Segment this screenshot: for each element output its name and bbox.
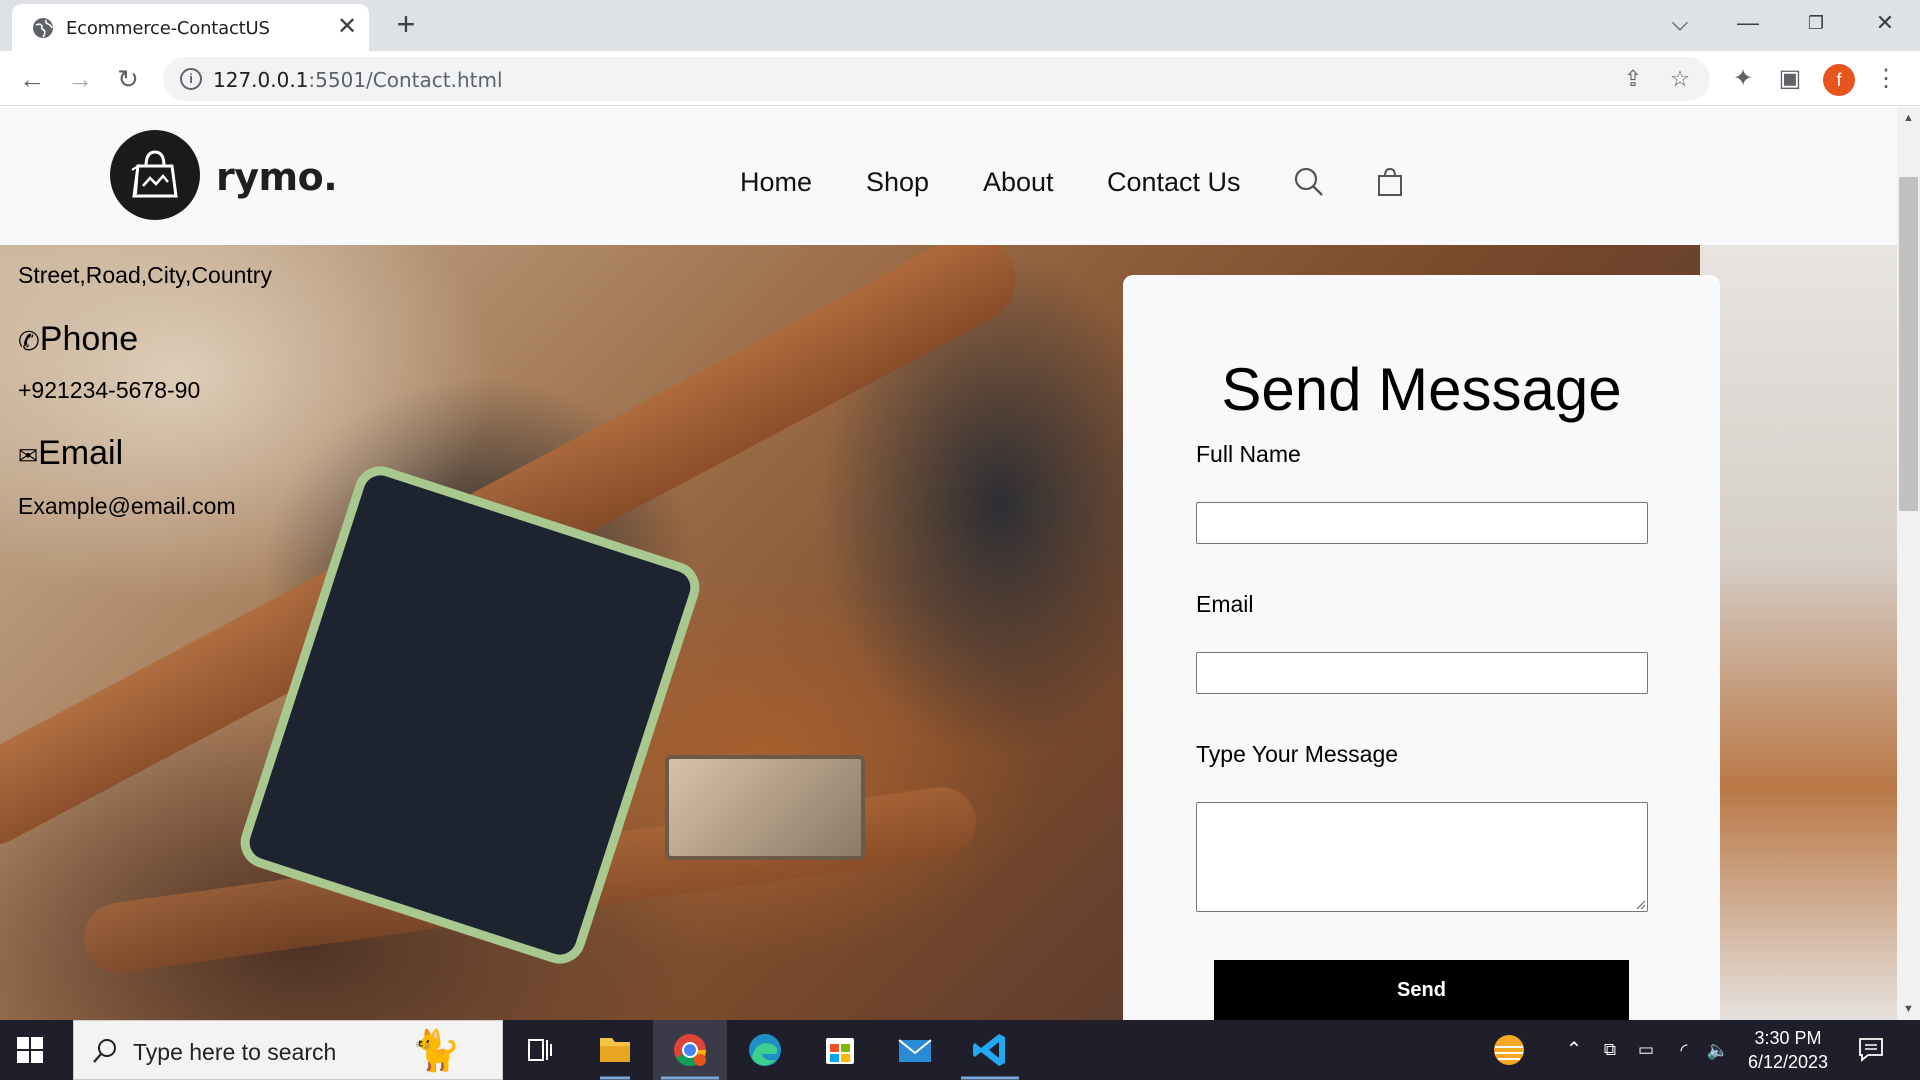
- search-icon[interactable]: [1292, 165, 1326, 199]
- hero-right-shade: [1700, 245, 1897, 1020]
- nav-shop[interactable]: Shop: [866, 167, 929, 198]
- send-button[interactable]: Send: [1214, 960, 1629, 1020]
- extensions-puzzle-icon[interactable]: ✦: [1727, 63, 1759, 95]
- microsoft-store-icon[interactable]: [803, 1020, 877, 1080]
- notification-center-icon[interactable]: [1856, 1034, 1886, 1064]
- form-title: Send Message: [1221, 356, 1622, 423]
- vscode-app-icon[interactable]: [953, 1020, 1027, 1080]
- nav-about[interactable]: About: [983, 167, 1054, 198]
- bag-clasp-shape: [665, 755, 865, 860]
- nav-contact-us[interactable]: Contact Us: [1107, 167, 1241, 198]
- edge-browser-icon[interactable]: [728, 1020, 802, 1080]
- chrome-app-icon[interactable]: [653, 1020, 727, 1080]
- logo-shopping-bag-icon[interactable]: [110, 130, 200, 220]
- shopping-bag-icon[interactable]: [1373, 165, 1407, 199]
- clock-date: 6/12/2023: [1747, 1052, 1829, 1072]
- window-close-icon[interactable]: ✕: [1865, 8, 1905, 38]
- minimize-icon[interactable]: —: [1728, 8, 1768, 38]
- phone-number: +921234-5678-90: [18, 377, 201, 403]
- contact-address: Street,Road,City,Country: [18, 262, 272, 288]
- email-heading: ✉Email: [18, 434, 124, 472]
- full-name-input[interactable]: [1196, 502, 1648, 544]
- page-viewport: rymo. Home Shop About Contact Us Street,…: [0, 107, 1897, 1020]
- tab-close-icon[interactable]: ✕: [334, 14, 360, 40]
- cat-illustration-icon: 🐈: [411, 1029, 461, 1073]
- address-bar[interactable]: i 127.0.0.1:5501/Contact.html ⇪ ☆: [163, 57, 1710, 101]
- more-menu-icon[interactable]: ⋮: [1870, 63, 1902, 95]
- clock-time: 3:30 PM: [1754, 1028, 1822, 1048]
- scroll-up-arrow-icon[interactable]: ▲: [1897, 107, 1920, 129]
- back-arrow-icon[interactable]: ←: [16, 63, 48, 95]
- resize-grip-icon[interactable]: [1636, 900, 1646, 910]
- scrollbar-thumb[interactable]: [1899, 177, 1918, 511]
- envelope-icon: ✉: [18, 443, 39, 470]
- bookmark-star-icon[interactable]: ☆: [1666, 65, 1694, 93]
- taskbar-search-box[interactable]: Type here to search 🐈: [73, 1020, 503, 1080]
- tab-search-chevron-icon[interactable]: ⌵: [1660, 8, 1700, 38]
- browser-tabstrip: Ecommerce-ContactUS ✕ + ⌵ — ❐ ✕: [0, 0, 1920, 51]
- wifi-icon[interactable]: ◜: [1670, 1036, 1698, 1064]
- profile-avatar[interactable]: f: [1823, 64, 1855, 96]
- meet-now-icon[interactable]: ⧉: [1596, 1036, 1624, 1064]
- page-scrollbar[interactable]: ▲ ▼: [1897, 107, 1920, 1020]
- phone-icon: ✆: [18, 326, 40, 356]
- site-header: rymo. Home Shop About Contact Us: [0, 107, 1897, 245]
- globe-icon: [33, 18, 53, 38]
- message-textarea[interactable]: [1196, 802, 1648, 912]
- taskbar-clock[interactable]: 3:30 PM 6/12/2023: [1734, 1026, 1842, 1074]
- tab-title: Ecommerce-ContactUS: [66, 18, 270, 39]
- email-address: Example@email.com: [18, 493, 236, 519]
- send-message-form: Send Message Full Name Email Type Your M…: [1123, 275, 1720, 1020]
- phone-heading: ✆Phone: [18, 320, 139, 358]
- windows-taskbar: Type here to search 🐈 ⌃ ⧉ ▭ ◜ 🔈 3:30 PM …: [0, 1020, 1920, 1080]
- full-name-label: Full Name: [1196, 441, 1301, 467]
- scroll-down-arrow-icon[interactable]: ▼: [1897, 998, 1920, 1020]
- mail-app-icon[interactable]: [878, 1020, 952, 1080]
- logo-text[interactable]: rymo.: [216, 155, 338, 199]
- show-hidden-icons-chevron-icon[interactable]: ⌃: [1560, 1036, 1588, 1064]
- nav-home[interactable]: Home: [740, 167, 812, 198]
- reload-icon[interactable]: ↻: [112, 63, 144, 95]
- restore-icon[interactable]: ❐: [1796, 8, 1836, 38]
- battery-icon[interactable]: ▭: [1632, 1036, 1660, 1064]
- share-icon[interactable]: ⇪: [1619, 65, 1647, 93]
- browser-tab[interactable]: Ecommerce-ContactUS ✕: [12, 4, 369, 51]
- email-label: Email: [1196, 591, 1254, 617]
- browser-toolbar: ← → ↻ i 127.0.0.1:5501/Contact.html ⇪ ☆ …: [0, 51, 1920, 106]
- address-url[interactable]: 127.0.0.1:5501/Contact.html: [213, 68, 503, 92]
- message-textarea-wrap: [1196, 802, 1648, 912]
- site-info-icon[interactable]: i: [180, 68, 202, 90]
- side-panel-icon[interactable]: ▣: [1774, 63, 1806, 95]
- task-view-icon[interactable]: [503, 1020, 577, 1080]
- file-explorer-icon[interactable]: [578, 1020, 652, 1080]
- volume-icon[interactable]: 🔈: [1704, 1036, 1732, 1064]
- email-input[interactable]: [1196, 652, 1648, 694]
- taskbar-search-placeholder: Type here to search: [133, 1039, 337, 1065]
- search-icon: [93, 1039, 116, 1063]
- windows-start-icon[interactable]: [16, 1036, 44, 1064]
- weather-sun-icon[interactable]: [1489, 1030, 1529, 1070]
- new-tab-button[interactable]: +: [390, 8, 422, 41]
- message-label: Type Your Message: [1196, 741, 1399, 767]
- forward-arrow-icon[interactable]: →: [64, 63, 96, 95]
